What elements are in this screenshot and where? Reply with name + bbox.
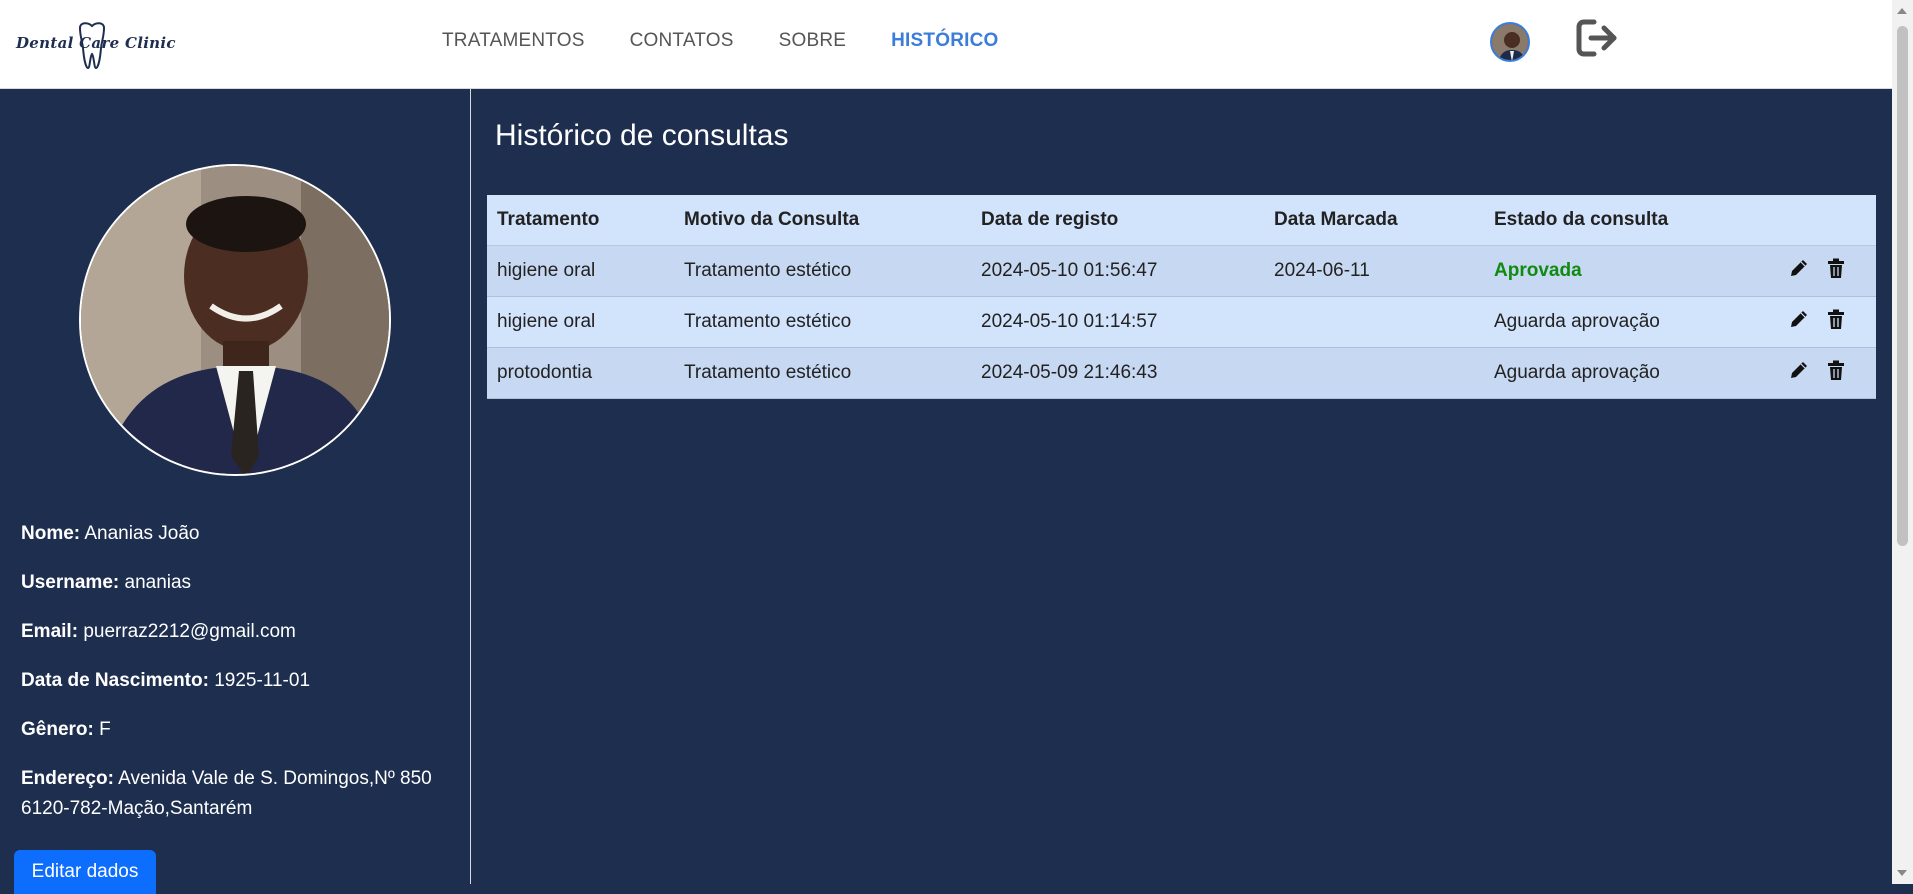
cell-data-marcada xyxy=(1264,296,1484,348)
cell-data-marcada xyxy=(1264,347,1484,399)
history-panel: Histórico de consultas Tratamento Motivo… xyxy=(471,89,1892,884)
profile-email-label: Email: xyxy=(21,621,79,642)
nav-tratamentos[interactable]: TRATAMENTOS xyxy=(442,30,585,52)
edit-icon[interactable] xyxy=(1788,257,1810,285)
logout-icon[interactable] xyxy=(1576,18,1620,58)
cell-estado: Aprovada xyxy=(1484,245,1768,297)
profile-address-value: Avenida Vale de S. Domingos,Nº 850 xyxy=(118,768,432,789)
edit-profile-button[interactable]: Editar dados xyxy=(14,850,156,894)
cell-estado: Aguarda aprovação xyxy=(1484,347,1768,399)
profile-gender-label: Gênero: xyxy=(21,719,94,740)
trash-icon[interactable] xyxy=(1825,257,1847,285)
main-nav: TRATAMENTOS CONTATOS SOBRE HISTÓRICO xyxy=(442,30,1044,52)
profile-birthdate-value: 1925-11-01 xyxy=(214,670,311,691)
trash-icon[interactable] xyxy=(1825,359,1847,387)
cell-motivo: Tratamento estético xyxy=(674,245,971,297)
table-header-row: Tratamento Motivo da Consulta Data de re… xyxy=(487,195,1876,246)
profile-photo xyxy=(79,164,391,476)
appointments-table: Tratamento Motivo da Consulta Data de re… xyxy=(487,195,1876,399)
cell-actions xyxy=(1768,245,1876,297)
page-title: Histórico de consultas xyxy=(495,119,789,152)
cell-data-registo: 2024-05-09 21:46:43 xyxy=(971,347,1264,399)
profile-birthdate-label: Data de Nascimento: xyxy=(21,670,209,691)
col-data-registo: Data de registo xyxy=(971,195,1264,246)
col-data-marcada: Data Marcada xyxy=(1264,195,1484,246)
col-motivo: Motivo da Consulta xyxy=(674,195,971,246)
table-row: higiene oral Tratamento estético 2024-05… xyxy=(487,245,1876,297)
nav-historico[interactable]: HISTÓRICO xyxy=(891,30,998,52)
cell-estado: Aguarda aprovação xyxy=(1484,296,1768,348)
profile-email-value: puerraz2212@gmail.com xyxy=(83,621,296,642)
profile-name-value: Ananias João xyxy=(84,523,200,544)
profile-username: Username: ananias xyxy=(21,568,461,598)
trash-icon[interactable] xyxy=(1825,308,1847,336)
scroll-up-arrow-icon[interactable] xyxy=(1897,8,1907,14)
profile-gender-value: F xyxy=(99,719,111,740)
nav-contatos[interactable]: CONTATOS xyxy=(630,30,734,52)
col-actions xyxy=(1768,195,1876,246)
scroll-down-arrow-icon[interactable] xyxy=(1897,870,1907,876)
cell-actions xyxy=(1768,296,1876,348)
profile-photo-icon xyxy=(81,166,389,474)
table-row: protodontia Tratamento estético 2024-05-… xyxy=(487,347,1876,399)
profile-gender: Gênero: F xyxy=(21,715,461,745)
profile-sidebar: Nome: Ananias João Username: ananias Ema… xyxy=(0,89,471,894)
scroll-thumb[interactable] xyxy=(1897,26,1908,546)
table-row: higiene oral Tratamento estético 2024-05… xyxy=(487,296,1876,348)
top-navbar: Dental Care Clinic TRATAMENTOS CONTATOS … xyxy=(0,0,1892,89)
page-scrollbar[interactable] xyxy=(1892,0,1913,884)
cell-tratamento: protodontia xyxy=(487,347,674,399)
cell-tratamento: higiene oral xyxy=(487,245,674,297)
profile-name: Nome: Ananias João xyxy=(21,519,461,549)
profile-address-value-line2: 6120-782-Mação,Santarém xyxy=(21,798,253,819)
logo-text: Dental Care Clinic xyxy=(16,34,176,52)
profile-username-value: ananias xyxy=(124,572,192,593)
profile-name-label: Nome: xyxy=(21,523,81,544)
col-tratamento: Tratamento xyxy=(487,195,674,246)
profile-username-label: Username: xyxy=(21,572,120,593)
edit-icon[interactable] xyxy=(1788,308,1810,336)
profile-address: Endereço: Avenida Vale de S. Domingos,Nº… xyxy=(21,764,461,824)
profile-birthdate: Data de Nascimento: 1925-11-01 xyxy=(21,666,461,696)
profile-email: Email: puerraz2212@gmail.com xyxy=(21,617,461,647)
cell-data-marcada: 2024-06-11 xyxy=(1264,245,1484,297)
cell-motivo: Tratamento estético xyxy=(674,347,971,399)
cell-data-registo: 2024-05-10 01:56:47 xyxy=(971,245,1264,297)
edit-icon[interactable] xyxy=(1788,359,1810,387)
profile-address-label: Endereço: xyxy=(21,768,114,789)
clinic-logo[interactable]: Dental Care Clinic xyxy=(16,20,176,72)
cell-motivo: Tratamento estético xyxy=(674,296,971,348)
nav-sobre[interactable]: SOBRE xyxy=(779,30,847,52)
user-avatar[interactable] xyxy=(1490,22,1530,62)
cell-actions xyxy=(1768,347,1876,399)
cell-tratamento: higiene oral xyxy=(487,296,674,348)
col-estado: Estado da consulta xyxy=(1484,195,1768,246)
avatar-photo-icon xyxy=(1492,24,1528,60)
cell-data-registo: 2024-05-10 01:14:57 xyxy=(971,296,1264,348)
